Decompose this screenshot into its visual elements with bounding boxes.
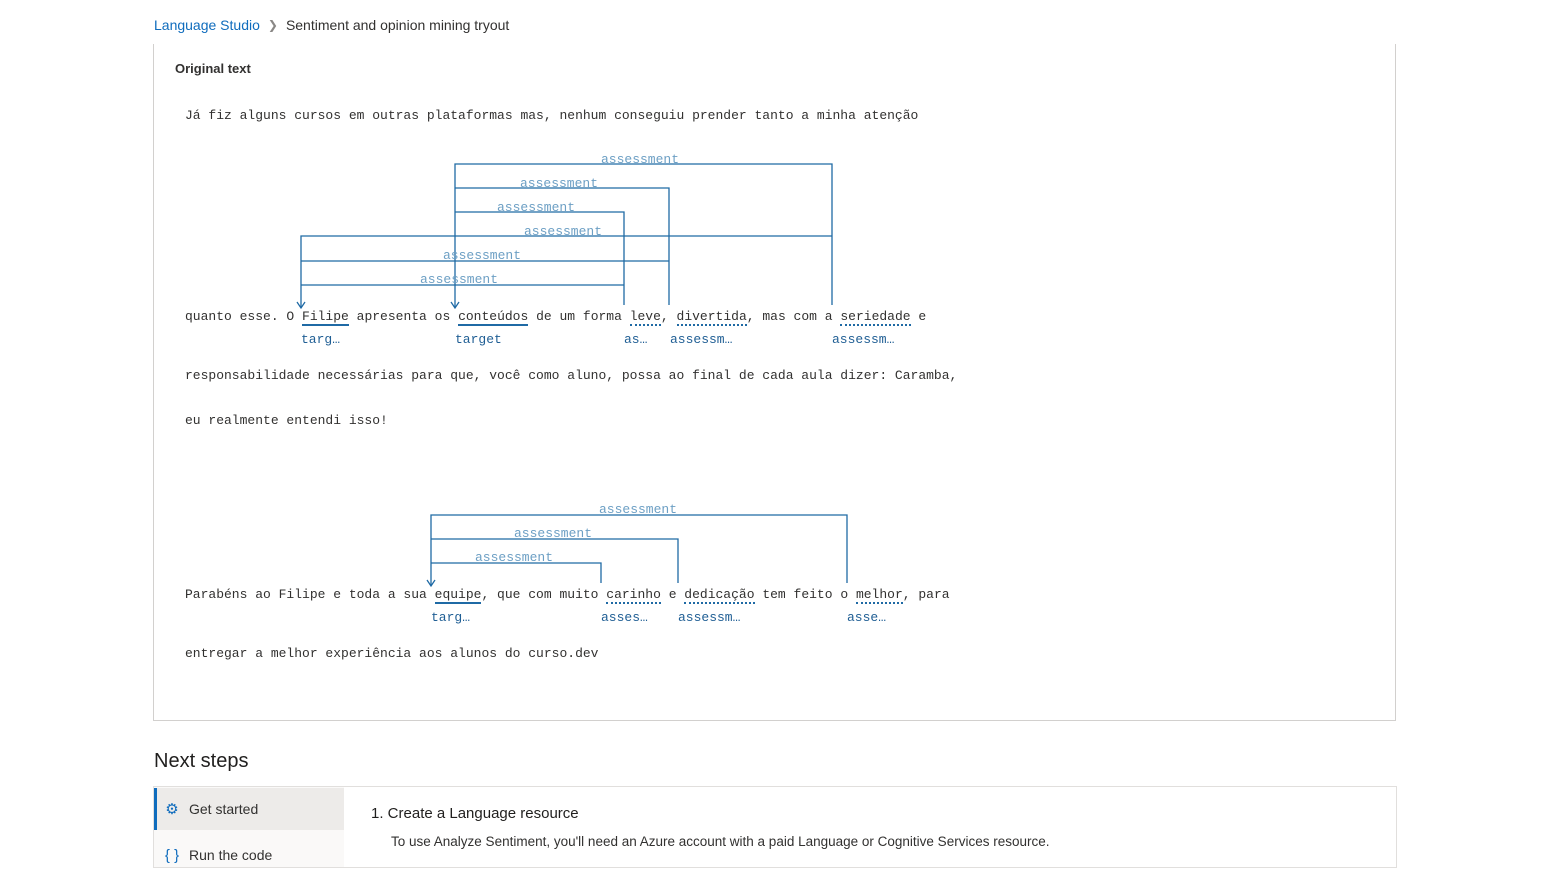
assessment-token-dedicacao[interactable]: dedicação — [684, 587, 755, 604]
token-type-label: target — [455, 332, 502, 347]
relation-label: assessment — [514, 526, 592, 541]
code-braces-icon: { } — [164, 846, 180, 864]
text-line-2: quanto esse. O Filipe apresenta os conte… — [185, 309, 927, 326]
next-steps-panel: ⚙ Get started { } Run the code 1. Create… — [153, 786, 1397, 868]
nav-item-label: Run the code — [189, 847, 273, 863]
text-line-5: Parabéns ao Filipe e toda a sua equipe, … — [185, 587, 950, 604]
breadcrumb-current: Sentiment and opinion mining tryout — [285, 17, 510, 33]
target-token-conteudos[interactable]: conteúdos — [458, 309, 529, 326]
relation-line — [455, 187, 670, 305]
nav-item-label: Get started — [189, 801, 259, 817]
assessment-token-carinho[interactable]: carinho — [606, 587, 661, 604]
target-token-equipe[interactable]: equipe — [434, 587, 482, 604]
gear-icon: ⚙ — [165, 801, 179, 818]
relation-label: assessment — [475, 550, 553, 565]
chevron-right-icon: ❯ — [267, 18, 278, 32]
token-type-label: targ… — [431, 610, 471, 625]
text-line-6: entregar a melhor experiência aos alunos… — [185, 646, 599, 661]
breadcrumb-language-studio-link[interactable]: Language Studio — [154, 17, 260, 33]
next-steps-nav: ⚙ Get started { } Run the code — [154, 787, 344, 867]
relation-label: assessment — [420, 272, 498, 287]
text-line-3: responsabilidade necessárias para que, v… — [185, 368, 958, 383]
relation-label: assessment — [520, 176, 598, 191]
next-steps-title: Next steps — [154, 750, 249, 772]
original-text-title: Original text — [175, 61, 251, 76]
target-token-filipe[interactable]: Filipe — [302, 309, 349, 326]
token-type-label: as… — [624, 332, 648, 347]
assessment-token-leve[interactable]: leve — [629, 309, 661, 326]
step-description: To use Analyze Sentiment, you'll need an… — [391, 834, 1050, 849]
original-text-panel: Original text Já fiz alguns cursos em ou… — [153, 44, 1396, 721]
relation-line — [426, 514, 848, 588]
relation-line — [450, 163, 833, 310]
relation-label: assessment — [524, 224, 602, 239]
relation-line — [431, 562, 602, 583]
relation-line — [431, 538, 679, 583]
relation-line — [296, 235, 832, 310]
relation-label: assessment — [443, 248, 521, 263]
step-title: 1. Create a Language resource — [371, 805, 579, 822]
relation-line — [455, 211, 625, 305]
assessment-token-melhor[interactable]: melhor — [855, 587, 903, 604]
relation-label: assessment — [497, 200, 575, 215]
text-line-4: eu realmente entendi isso! — [185, 413, 388, 428]
assessment-token-divertida[interactable]: divertida — [676, 309, 747, 326]
token-type-label: assessm… — [670, 332, 733, 347]
token-type-label: assessm… — [832, 332, 895, 347]
nav-item-get-started[interactable]: ⚙ Get started — [154, 788, 344, 830]
relation-label: assessment — [601, 152, 679, 167]
assessment-token-seriedade[interactable]: seriedade — [840, 309, 911, 326]
token-type-label: targ… — [301, 332, 341, 347]
nav-item-run-the-code[interactable]: { } Run the code — [154, 834, 344, 876]
token-type-label: assessm… — [678, 610, 741, 625]
text-line-1: Já fiz alguns cursos em outras plataform… — [185, 108, 919, 123]
breadcrumb: Language Studio ❯ Sentiment and opinion … — [154, 17, 509, 33]
token-type-label: asses… — [601, 610, 648, 625]
token-type-label: asse… — [847, 610, 887, 625]
relation-label: assessment — [599, 502, 677, 517]
